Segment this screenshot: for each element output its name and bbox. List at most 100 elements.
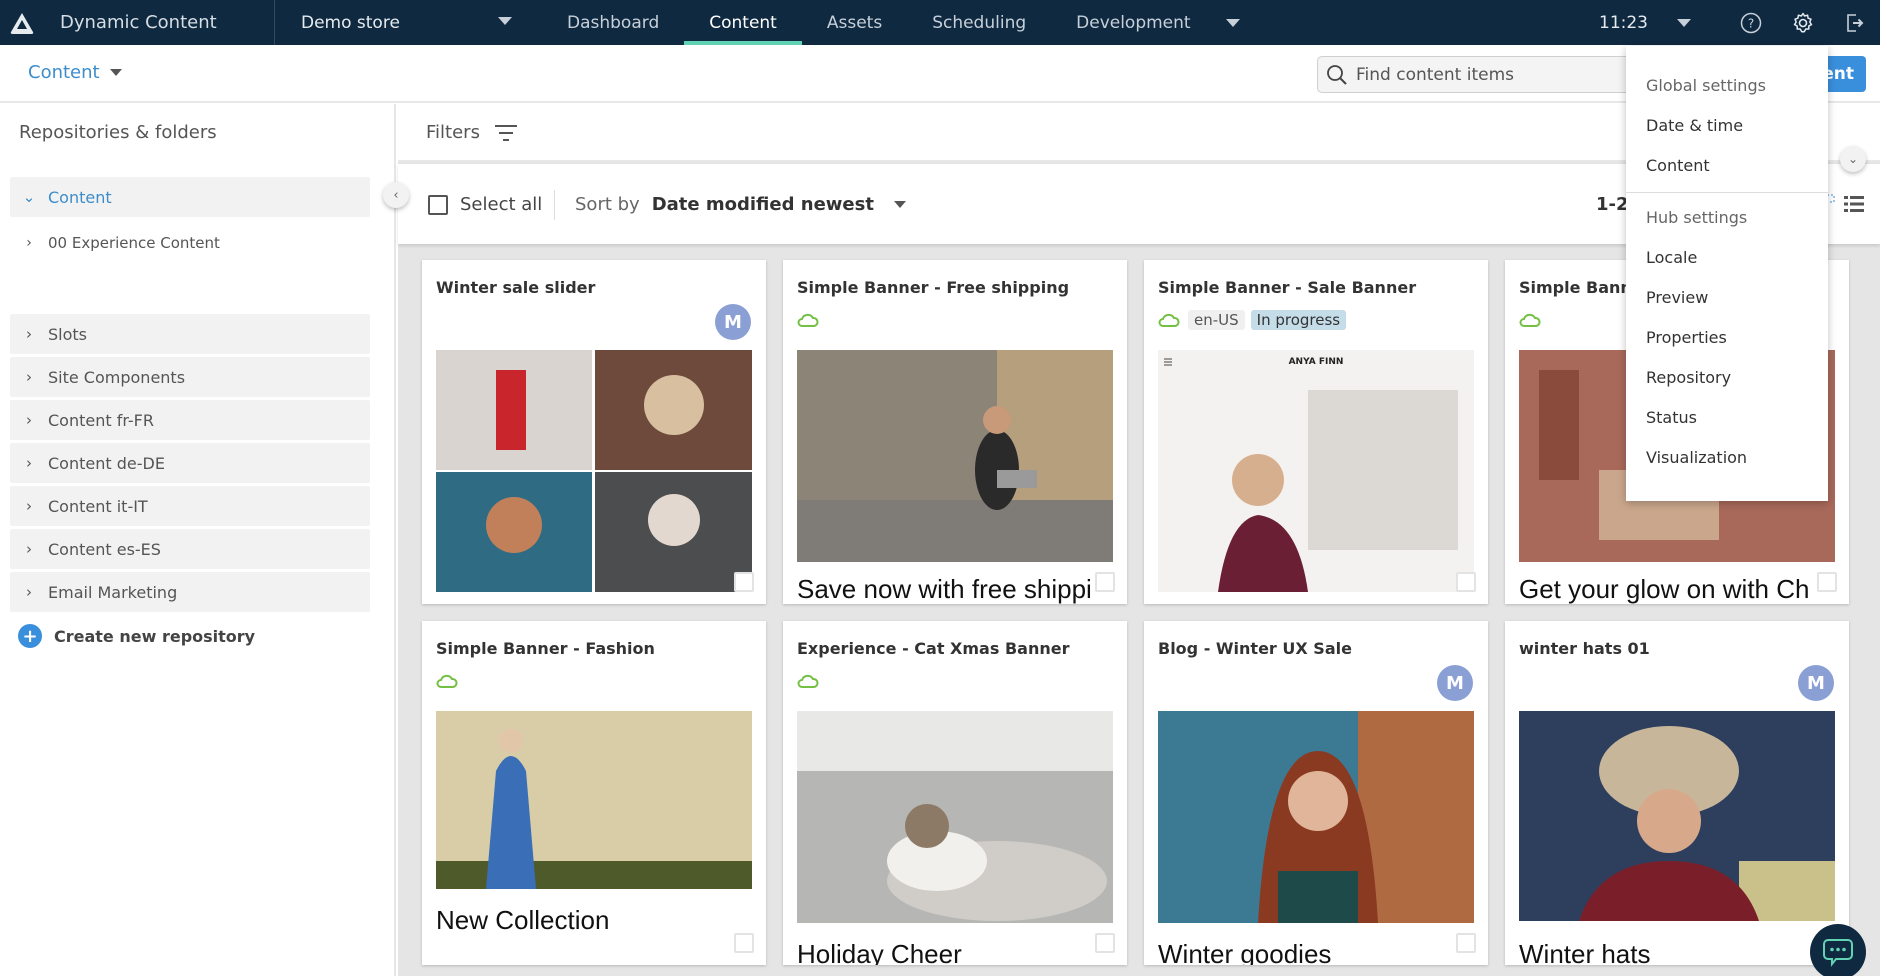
chevron-right-icon[interactable]: › [10,368,48,386]
menu-item-content[interactable]: Content [1646,156,1710,175]
filters-label: Filters [426,122,480,143]
banner-preview-text: Winter hats [1519,939,1651,965]
sort-dropdown[interactable]: Sort by Date modified newest [575,194,906,215]
menu-item-status[interactable]: Status [1646,408,1697,427]
time-display: 11:23 [1599,12,1648,33]
repo-site-components[interactable]: › Site Components [10,357,370,397]
card-title: Experience - Cat Xmas Banner [797,639,1070,658]
search-input[interactable] [1356,64,1616,85]
repo-label: Slots [48,324,87,344]
more-tabs-dropdown[interactable] [1216,0,1250,45]
logout-icon[interactable] [1837,0,1871,45]
card-checkbox[interactable] [1095,933,1115,953]
menu-item-visualization[interactable]: Visualization [1646,448,1747,467]
cloud-published-icon [1519,313,1541,327]
tab-dashboard[interactable]: Dashboard [542,0,684,45]
card-checkbox[interactable] [1456,572,1476,592]
chat-support-button[interactable] [1810,924,1866,976]
card-checkbox[interactable] [1817,572,1837,592]
gear-icon[interactable] [1786,0,1820,45]
context-dropdown[interactable]: Content [28,62,122,83]
sort-by-label: Sort by [575,194,640,215]
chevron-down-icon: ⌄ [1847,152,1859,166]
content-card[interactable]: Blog - Winter UX Sale M Winter goodies [1144,621,1488,965]
content-card[interactable]: Experience - Cat Xmas Banner Holiday Che… [783,621,1127,965]
plus-icon: + [18,624,42,648]
repo-label: Content es-ES [48,539,161,559]
pagination-range: 1-2 [1596,194,1629,215]
chevron-right-icon[interactable]: › [10,454,48,472]
chevron-right-icon[interactable]: › [10,497,48,515]
select-all[interactable]: Select all [428,194,542,215]
chevron-right-icon[interactable]: › [10,583,48,601]
repo-content-it-it[interactable]: › Content it-IT [10,486,370,526]
cloud-published-icon [436,674,458,688]
search-icon [1327,64,1347,85]
repo-content-de-de[interactable]: › Content de-DE [10,443,370,483]
tab-development[interactable]: Development [1051,0,1215,45]
svg-text:?: ? [1748,16,1754,30]
sub-header: Content Create content [0,45,1880,103]
content-card[interactable]: Winter sale slider M [422,260,766,604]
menu-item-locale[interactable]: Locale [1646,248,1697,267]
card-chips: en-US In progress [1188,310,1347,330]
chevron-right-icon[interactable]: › [10,411,48,429]
content-card[interactable]: Simple Banner - Fashion New Collection [422,621,766,965]
card-checkbox[interactable] [1456,933,1476,953]
cloud-published-icon [797,313,819,327]
repo-label: Content [48,187,112,207]
menu-item-repository[interactable]: Repository [1646,368,1731,387]
tab-content[interactable]: Content [684,0,802,45]
card-thumbnail [797,350,1113,562]
tab-assets[interactable]: Assets [802,0,907,45]
repo-content[interactable]: ⌄ Content [10,177,370,217]
menu-item-date-time[interactable]: Date & time [1646,116,1743,135]
list-view-icon[interactable] [1844,194,1864,218]
content-card[interactable]: Simple Banner - Sale Banner en-US In pro… [1144,260,1488,604]
banner-preview-text: Save now with free shippi [797,574,1092,604]
chevron-down-icon[interactable]: ⌄ [10,188,48,206]
menu-divider [1626,192,1828,193]
top-navigation-bar: Dynamic Content Demo store Dashboard Con… [0,0,1880,45]
locale-badge: en-US [1188,310,1245,330]
repo-label: Content it-IT [48,496,148,516]
amplience-logo-icon[interactable] [0,0,44,45]
time-dropdown[interactable] [1677,0,1691,45]
card-thumbnail: ANYA FINN [1158,350,1474,592]
sort-value: Date modified newest [651,194,874,215]
expand-filters-button[interactable]: ⌄ [1840,146,1866,172]
filters-button[interactable]: Filters [426,122,518,143]
chevron-left-icon: ‹ [393,187,399,203]
chevron-down-icon [109,69,122,76]
context-label: Content [28,62,100,83]
status-badge: In progress [1250,310,1347,330]
content-card[interactable]: Simple Banner - Free shipping Save now w… [783,260,1127,604]
folder-00-experience-content[interactable]: › 00 Experience Content [10,223,370,263]
menu-item-preview[interactable]: Preview [1646,288,1708,307]
chevron-right-icon[interactable]: › [10,235,48,251]
chevron-right-icon[interactable]: › [10,325,48,343]
search-box[interactable] [1317,56,1637,93]
chevron-right-icon[interactable]: › [10,540,48,558]
store-selector[interactable]: Demo store [274,0,542,45]
avatar: M [1437,665,1473,701]
menu-heading-hub-settings: Hub settings [1646,208,1748,227]
card-checkbox[interactable] [734,572,754,592]
card-thumbnail [436,711,752,889]
repo-label: Content de-DE [48,453,165,473]
repo-email-marketing[interactable]: › Email Marketing [10,572,370,612]
card-checkbox[interactable] [1095,572,1115,592]
collapse-sidebar-button[interactable]: ‹ [383,182,409,208]
select-all-checkbox[interactable] [428,194,448,215]
repo-content-fr-fr[interactable]: › Content fr-FR [10,400,370,440]
repo-label: Email Marketing [48,582,178,602]
content-card[interactable]: winter hats 01 M Winter hats [1505,621,1849,965]
create-repository-button[interactable]: + Create new repository [18,624,255,648]
repo-content-es-es[interactable]: › Content es-ES [10,529,370,569]
tab-scheduling[interactable]: Scheduling [907,0,1051,45]
repositories-sidebar: Repositories & folders ⌄ Content › 00 Ex… [0,104,396,976]
card-checkbox[interactable] [734,933,754,953]
help-icon[interactable]: ? [1734,0,1768,45]
menu-item-properties[interactable]: Properties [1646,328,1727,347]
repo-slots[interactable]: › Slots [10,314,370,354]
